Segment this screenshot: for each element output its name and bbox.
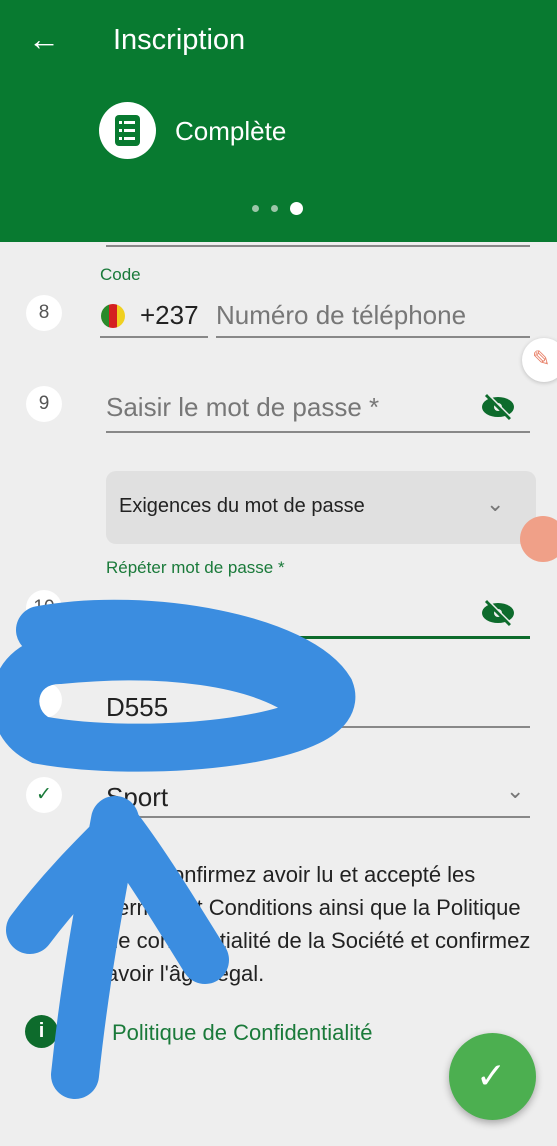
annotation-scribble <box>0 599 355 1099</box>
check-icon: ✓ <box>476 1055 507 1096</box>
submit-button[interactable]: ✓ <box>449 1033 536 1120</box>
